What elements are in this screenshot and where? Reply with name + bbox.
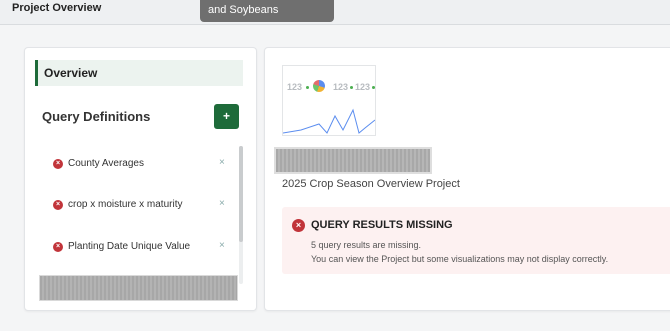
query-definition-label: Planting Date Unique Value [68, 241, 191, 252]
project-thumbnail[interactable]: 123 123 123 [282, 65, 376, 136]
error-icon: × [292, 219, 305, 232]
status-dot-icon [372, 86, 375, 89]
thumbnail-number-tile: 123 [287, 82, 303, 92]
error-icon: × [53, 242, 63, 252]
sidebar-item-overview[interactable]: Overview [35, 60, 243, 86]
alert-message-line: 5 query results are missing. [311, 240, 422, 250]
sidebar-panel: Overview Query Definitions + × County Av… [24, 47, 257, 311]
query-definition-label: crop x moisture x maturity [68, 199, 183, 210]
sparkline-icon [283, 108, 375, 134]
status-dot-icon [306, 86, 309, 89]
remove-icon[interactable]: × [219, 198, 225, 209]
alert-title: QUERY RESULTS MISSING [311, 219, 453, 231]
redacted-item [39, 275, 238, 301]
query-definition-item[interactable]: × County Averages × [53, 157, 233, 173]
query-definition-label: County Averages [68, 158, 144, 169]
thumbnail-number-tile: 123 [333, 82, 349, 92]
page-title: Project Overview [12, 2, 102, 14]
tooltip: and Soybeans [200, 0, 334, 22]
status-dot-icon [350, 86, 353, 89]
query-results-missing-alert: × QUERY RESULTS MISSING 5 query results … [282, 207, 670, 274]
top-bar: Project Overview [0, 0, 670, 25]
query-definitions-heading: Query Definitions [42, 109, 151, 124]
remove-icon[interactable]: × [219, 240, 225, 251]
project-name: 2025 Crop Season Overview Project [282, 178, 460, 190]
error-icon: × [53, 159, 63, 169]
error-icon: × [53, 200, 63, 210]
pie-chart-icon [313, 80, 325, 92]
alert-message-line: You can view the Project but some visual… [311, 254, 609, 264]
thumbnail-number-tile: 123 [355, 82, 371, 92]
query-definition-item[interactable]: × Planting Date Unique Value × [53, 240, 233, 256]
add-query-button[interactable]: + [214, 104, 239, 129]
main-panel: 123 123 123 2025 Crop Season Overview Pr… [264, 47, 670, 311]
scrollbar-thumb[interactable] [239, 146, 243, 242]
redacted-title [274, 147, 432, 174]
query-definition-item[interactable]: × crop x moisture x maturity × [53, 198, 233, 214]
remove-icon[interactable]: × [219, 157, 225, 168]
